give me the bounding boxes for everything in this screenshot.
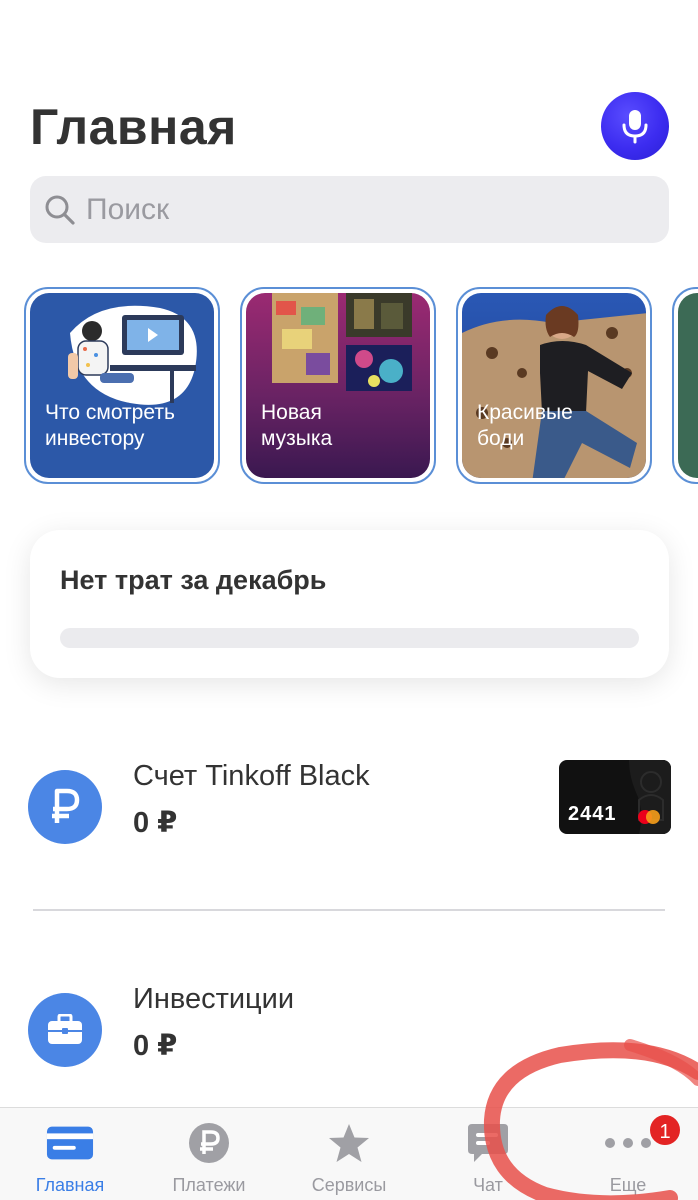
account-name: Инвестиции bbox=[133, 983, 295, 1015]
tab-label: Еще bbox=[609, 1175, 647, 1195]
account-amount: 0 ₽ bbox=[133, 807, 178, 839]
star-icon bbox=[325, 1122, 373, 1164]
notification-badge: 1 bbox=[648, 1113, 682, 1147]
tab-services[interactable]: Сервисы bbox=[279, 1108, 419, 1200]
card-number: 2441 bbox=[568, 803, 617, 825]
briefcase-icon bbox=[28, 993, 102, 1067]
spending-card[interactable]: Нет трат за декабрь bbox=[30, 530, 669, 678]
search-bar[interactable] bbox=[30, 176, 669, 243]
spending-title: Нет трат за декабрь bbox=[60, 565, 327, 595]
account-row-tinkoff-black[interactable]: Счет Tinkoff Black 0 ₽ 2441 bbox=[0, 760, 698, 860]
tab-payments[interactable]: Платежи bbox=[139, 1108, 279, 1200]
tab-bar: Главная Платежи Сервисы Чат Еще bbox=[0, 1107, 698, 1200]
story-bodysuits[interactable]: Красивые боди bbox=[456, 287, 652, 484]
story-invest[interactable]: Что смотреть инвестору bbox=[24, 287, 220, 484]
story-music[interactable]: Новая музыка bbox=[240, 287, 436, 484]
tab-label: Сервисы bbox=[311, 1175, 387, 1195]
account-row-investments[interactable]: Инвестиции 0 ₽ bbox=[0, 983, 698, 1083]
story-label: Что смотреть инвестору bbox=[45, 401, 175, 450]
tab-label: Чат bbox=[473, 1175, 503, 1195]
search-icon bbox=[42, 192, 78, 228]
spending-progress-bar bbox=[60, 628, 639, 648]
account-name: Счет Tinkoff Black bbox=[133, 760, 370, 792]
card-icon bbox=[46, 1122, 94, 1164]
search-input[interactable] bbox=[86, 192, 646, 227]
divider bbox=[33, 909, 665, 911]
ruble-icon bbox=[185, 1122, 233, 1164]
story-label: Новая музыка bbox=[261, 401, 333, 450]
tab-chat[interactable]: Чат bbox=[418, 1108, 558, 1200]
tab-home[interactable]: Главная bbox=[0, 1108, 140, 1200]
album-covers-image bbox=[272, 293, 412, 391]
tab-label: Главная bbox=[35, 1175, 105, 1195]
bank-card-thumbnail[interactable]: 2441 bbox=[559, 760, 671, 834]
account-amount: 0 ₽ bbox=[133, 1030, 178, 1062]
more-icon bbox=[604, 1122, 652, 1164]
ruble-icon bbox=[28, 770, 102, 844]
story-label: Красивые боди bbox=[477, 401, 573, 450]
voice-assistant-button[interactable] bbox=[601, 92, 669, 160]
tab-label: Платежи bbox=[172, 1175, 246, 1195]
mastercard-icon bbox=[638, 810, 660, 824]
chat-icon bbox=[464, 1122, 512, 1164]
story-partial[interactable] bbox=[672, 287, 698, 484]
page-title: Главная bbox=[30, 99, 237, 155]
microphone-icon bbox=[622, 110, 648, 144]
